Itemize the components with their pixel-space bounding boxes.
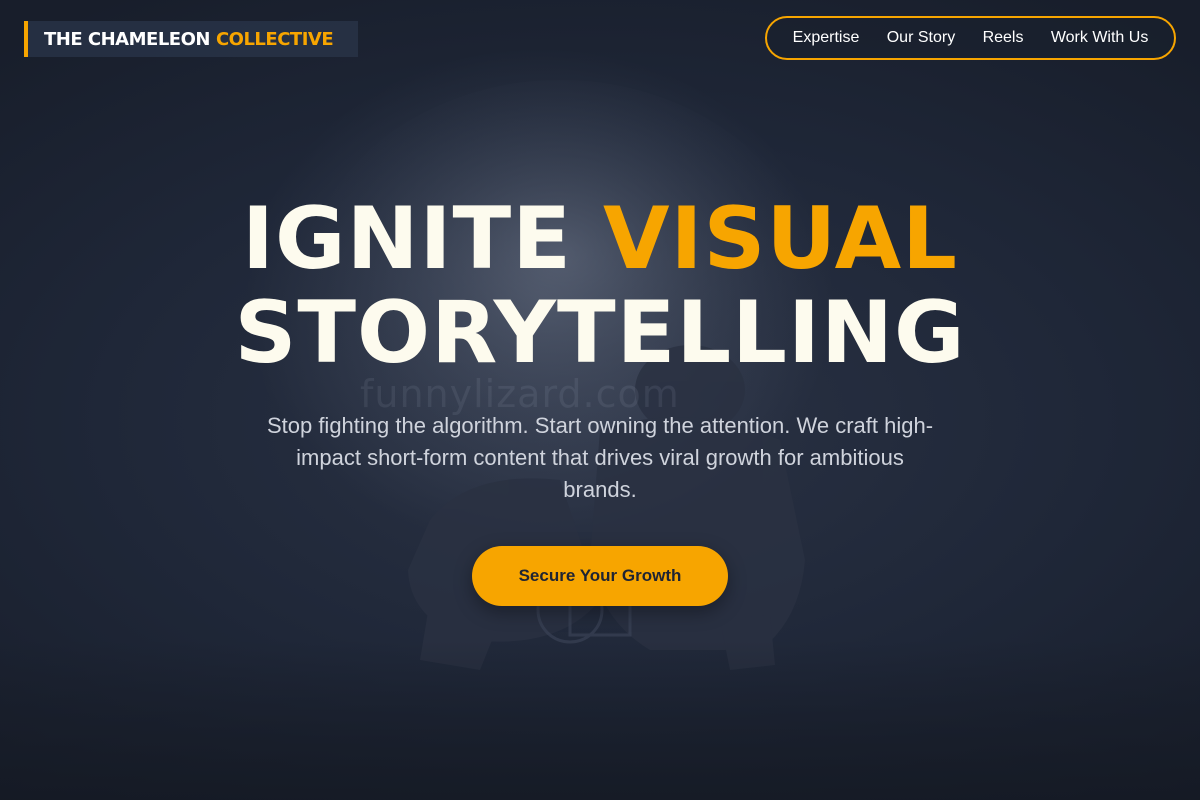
nav-item-expertise[interactable]: Expertise [793, 29, 860, 47]
headline-line-1: IGNITE VISUAL [0, 192, 1200, 286]
main-nav: Expertise Our Story Reels Work With Us [765, 16, 1176, 60]
secure-growth-button[interactable]: Secure Your Growth [472, 546, 728, 606]
brand-name-primary: THE CHAMELEON [44, 28, 210, 50]
nav-item-our-story[interactable]: Our Story [887, 29, 955, 47]
brand-name-accent: COLLECTIVE [215, 28, 334, 50]
hero-headline: IGNITE VISUAL STORYTELLING [0, 192, 1200, 380]
hero-section: funnylizard.com THE CHAMELEON COLLECTIVE… [0, 0, 1200, 800]
nav-item-reels[interactable]: Reels [983, 29, 1024, 47]
headline-word-visual: VISUAL [602, 189, 958, 289]
headline-line-2: STORYTELLING [234, 283, 966, 383]
hero-subtitle: Stop fighting the algorithm. Start ownin… [266, 413, 934, 502]
nav-item-work-with-us[interactable]: Work With Us [1051, 29, 1148, 47]
floor-shadow [0, 640, 1200, 800]
headline-word-ignite: IGNITE [242, 189, 572, 289]
brand-logo[interactable]: THE CHAMELEON COLLECTIVE [24, 21, 358, 57]
